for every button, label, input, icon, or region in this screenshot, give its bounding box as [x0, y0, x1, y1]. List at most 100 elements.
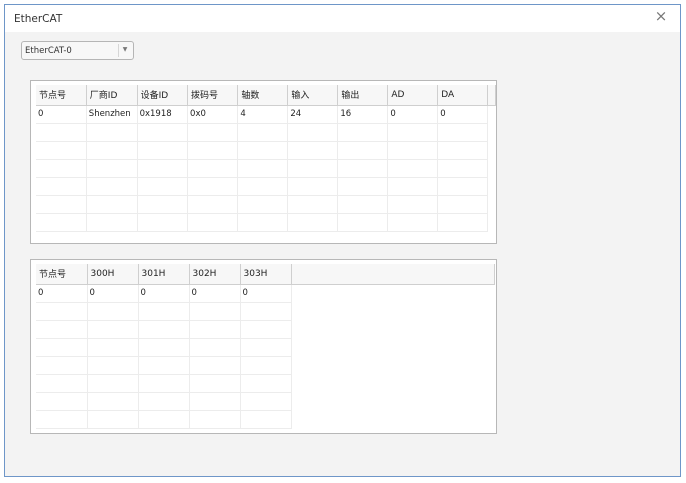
table-cell[interactable] [189, 410, 241, 429]
table-cell[interactable] [137, 213, 189, 232]
table-cell[interactable] [189, 374, 241, 393]
table-cell[interactable] [387, 177, 439, 196]
column-header[interactable]: AD [387, 85, 439, 106]
table-cell[interactable] [138, 338, 190, 357]
table-row[interactable] [36, 141, 496, 160]
table-cell[interactable] [138, 302, 190, 321]
table-cell[interactable] [237, 123, 289, 142]
table-cell[interactable] [86, 159, 138, 178]
table-cell[interactable]: 0 [36, 105, 87, 124]
table-cell[interactable] [187, 213, 239, 232]
table-cell[interactable] [137, 177, 189, 196]
table-cell[interactable] [437, 213, 489, 232]
table-cell[interactable] [189, 392, 241, 411]
table-cell[interactable] [187, 141, 239, 160]
table-cell[interactable] [137, 141, 189, 160]
table-cell[interactable] [189, 338, 241, 357]
table-cell[interactable] [337, 213, 389, 232]
column-header[interactable]: 厂商ID [86, 85, 138, 106]
table-cell[interactable] [437, 159, 489, 178]
table-cell[interactable] [138, 356, 190, 375]
table-cell[interactable] [36, 213, 87, 232]
table-cell[interactable] [187, 195, 239, 214]
close-icon[interactable]: × [652, 7, 670, 25]
table-cell[interactable] [137, 159, 189, 178]
table-cell[interactable]: 0 [437, 105, 489, 124]
table-cell[interactable] [240, 392, 292, 411]
table-cell[interactable]: 24 [287, 105, 339, 124]
table-cell[interactable] [337, 195, 389, 214]
table-cell[interactable] [240, 338, 292, 357]
table-cell[interactable] [36, 302, 88, 321]
table-row[interactable]: 00000 [36, 284, 494, 303]
column-header[interactable]: 节点号 [36, 85, 87, 106]
table-cell[interactable]: 0x1918 [137, 105, 189, 124]
table-cell[interactable] [437, 195, 489, 214]
table-cell[interactable] [189, 320, 241, 339]
table-cell[interactable] [189, 356, 241, 375]
table-cell[interactable] [137, 195, 189, 214]
column-header[interactable]: 303H [240, 264, 292, 285]
table-cell[interactable] [437, 123, 489, 142]
table-cell[interactable] [138, 374, 190, 393]
table-cell[interactable]: 0 [240, 284, 292, 303]
table-cell[interactable] [387, 159, 439, 178]
table-cell[interactable] [86, 141, 138, 160]
table-cell[interactable] [387, 213, 439, 232]
table-cell[interactable] [287, 213, 339, 232]
table-cell[interactable] [237, 141, 289, 160]
table-row[interactable] [36, 213, 496, 232]
table-cell[interactable] [237, 195, 289, 214]
table-cell[interactable] [86, 213, 138, 232]
table-row[interactable] [36, 338, 494, 357]
table-cell[interactable] [87, 320, 139, 339]
table-cell[interactable] [387, 195, 439, 214]
table-row[interactable] [36, 410, 494, 429]
column-header[interactable]: 设备ID [137, 85, 189, 106]
table-cell[interactable] [240, 356, 292, 375]
table-cell[interactable] [240, 374, 292, 393]
table-cell[interactable]: 0 [189, 284, 241, 303]
column-header[interactable]: 300H [87, 264, 139, 285]
table-cell[interactable]: 0 [36, 284, 88, 303]
table-cell[interactable] [337, 159, 389, 178]
table-cell[interactable] [287, 123, 339, 142]
table-cell[interactable] [387, 123, 439, 142]
table-cell[interactable] [187, 159, 239, 178]
table-cell[interactable]: 0 [87, 284, 139, 303]
table-cell[interactable] [337, 141, 389, 160]
table-cell[interactable] [36, 320, 88, 339]
table-cell[interactable] [138, 392, 190, 411]
table-cell[interactable] [87, 302, 139, 321]
table-cell[interactable] [87, 392, 139, 411]
table-cell[interactable] [87, 410, 139, 429]
table-cell[interactable] [36, 338, 88, 357]
column-header[interactable]: 301H [138, 264, 190, 285]
table-cell[interactable] [240, 320, 292, 339]
table-cell[interactable] [237, 213, 289, 232]
table-cell[interactable] [138, 320, 190, 339]
table-cell[interactable] [387, 141, 439, 160]
table-row[interactable] [36, 356, 494, 375]
table-cell[interactable] [287, 195, 339, 214]
table-row[interactable] [36, 302, 494, 321]
column-header[interactable]: 302H [189, 264, 241, 285]
table-cell[interactable] [36, 195, 87, 214]
table-row[interactable]: 0 Shenzhen 0x1918 0x0 4 24 16 0 0 [36, 105, 496, 124]
table-cell[interactable] [87, 356, 139, 375]
table-cell[interactable]: 16 [337, 105, 389, 124]
table-row[interactable] [36, 374, 494, 393]
table-cell[interactable] [237, 177, 289, 196]
table-cell[interactable] [87, 374, 139, 393]
table-cell[interactable] [36, 141, 87, 160]
table-row[interactable] [36, 159, 496, 178]
table-row[interactable] [36, 123, 496, 142]
table-cell[interactable] [138, 410, 190, 429]
table-cell[interactable] [36, 392, 88, 411]
column-header[interactable]: DA [437, 85, 489, 106]
table-row[interactable] [36, 392, 494, 411]
table-cell[interactable]: 0 [387, 105, 439, 124]
table-cell[interactable] [86, 195, 138, 214]
table-cell[interactable] [36, 356, 88, 375]
table-cell[interactable] [137, 123, 189, 142]
